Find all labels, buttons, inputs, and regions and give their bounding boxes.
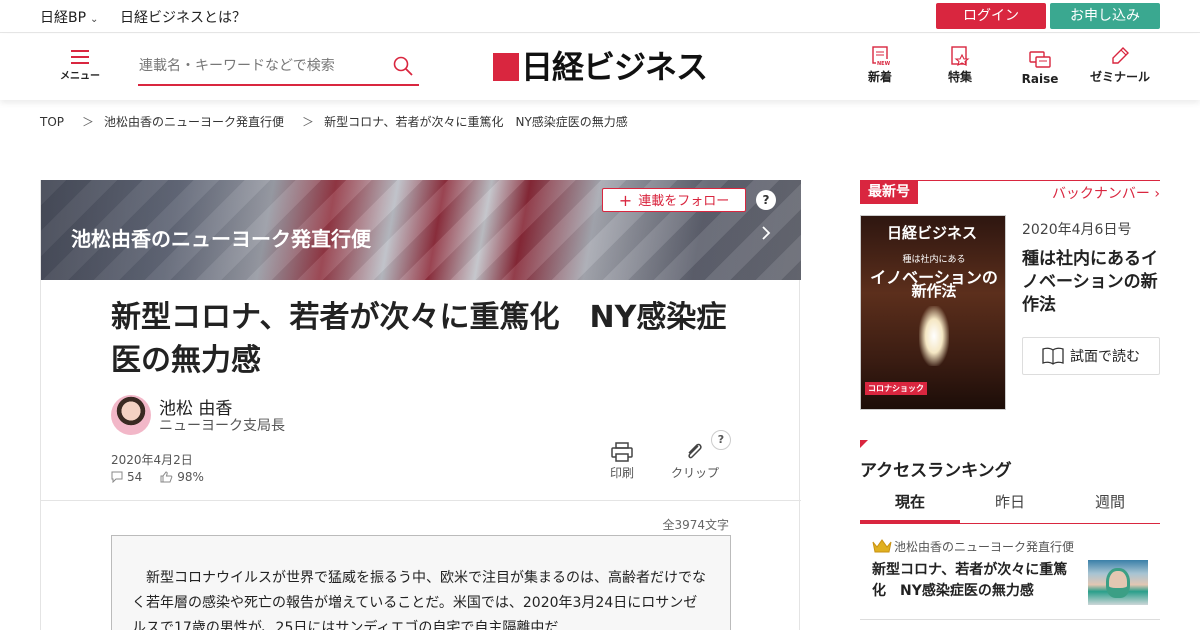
book-icon xyxy=(1042,347,1064,365)
comment-icon xyxy=(111,471,123,483)
new-icon: NEW xyxy=(872,46,890,66)
raise-icon xyxy=(1029,51,1051,68)
follow-label: 連載をフォロー xyxy=(638,194,730,209)
nav-seminar-label: ゼミナール xyxy=(1090,70,1151,84)
series-banner[interactable]: 池松由香のニューヨーク発直行便 + 連載をフォロー ? xyxy=(41,180,801,280)
top-utility-bar: 日経BP ⌄ 日経ビジネスとは？ ログイン お申し込み xyxy=(0,0,1200,33)
breadcrumb-separator: ＞ xyxy=(82,115,95,129)
ranking-marker xyxy=(860,440,868,448)
character-count: 全3974文字 xyxy=(662,518,729,532)
cover-light xyxy=(919,306,949,366)
tab-yesterday[interactable]: 昨日 xyxy=(960,488,1060,523)
nav-raise[interactable]: Raise xyxy=(1010,50,1070,86)
clip-label: クリップ xyxy=(671,466,720,480)
nav-raise-label: Raise xyxy=(1021,72,1059,86)
article-title: 新型コロナ、若者が次々に重篤化 NY感染症医の無力感 xyxy=(111,300,727,378)
article-lead: 新型コロナウイルスが世界で猛威を振るう中、欧米で注目が集まるのは、高齢者だけでな… xyxy=(111,535,731,630)
login-button[interactable]: ログイン xyxy=(936,3,1046,29)
nav-new[interactable]: NEW 新着 xyxy=(850,46,910,85)
site-header: メニュー 日経ビジネス NEW 新着 特集 Raise ゼミナール xyxy=(0,34,1200,100)
trial-read-label: 試面で読む xyxy=(1070,349,1140,365)
logo-mark xyxy=(493,53,519,81)
author-avatar[interactable] xyxy=(111,395,151,435)
paperclip-icon xyxy=(688,443,702,459)
breadcrumb-top[interactable]: TOP xyxy=(40,115,64,129)
nav-feature-label: 特集 xyxy=(947,70,972,84)
svg-text:NEW: NEW xyxy=(877,61,890,66)
chevron-right-icon: › xyxy=(1154,186,1160,202)
nikkei-bp-label: 日経BP xyxy=(40,10,87,26)
ranking-series: 池松由香のニューヨーク発直行便 xyxy=(894,540,1075,554)
cover-masthead: 日経ビジネス xyxy=(887,224,978,242)
back-numbers-label: バックナンバー xyxy=(1051,186,1150,202)
nav-seminar[interactable]: ゼミナール xyxy=(1090,46,1150,85)
tab-weekly[interactable]: 週間 xyxy=(1060,488,1160,523)
series-title: 池松由香のニューヨーク発直行便 xyxy=(71,227,371,251)
nav-new-label: 新着 xyxy=(867,70,892,84)
tab-now[interactable]: 現在 xyxy=(860,488,960,523)
breadcrumb-separator: ＞ xyxy=(302,115,315,129)
ranking-item[interactable]: 池松由香のニューヨーク発直行便 新型コロナ、若者が次々に重篤化 NY感染症医の無… xyxy=(860,530,1160,620)
seminar-icon xyxy=(1112,47,1129,64)
issue-date: 2020年4月6日号 xyxy=(1022,222,1132,238)
logo-text: 日経ビジネス xyxy=(521,48,708,86)
crown-icon xyxy=(872,539,892,553)
comment-count[interactable]: 54 xyxy=(127,470,142,484)
nikkei-bp-menu[interactable]: 日経BP ⌄ xyxy=(40,7,98,27)
breadcrumb-article: 新型コロナ、若者が次々に重篤化 NY感染症医の無力感 xyxy=(324,115,628,129)
latest-issue-tag: 最新号 xyxy=(860,180,918,204)
thumbs-up-icon xyxy=(160,471,173,483)
clip-button[interactable]: クリップ xyxy=(671,442,719,481)
article: 池松由香のニューヨーク発直行便 + 連載をフォロー ? 新型コロナ、若者が次々に重… xyxy=(40,180,801,630)
search-icon[interactable] xyxy=(393,56,413,76)
nav-feature[interactable]: 特集 xyxy=(930,46,990,85)
publish-date: 2020年4月2日 xyxy=(111,453,193,467)
ranking-headline[interactable]: 新型コロナ、若者が次々に重篤化 NY感染症医の無力感 xyxy=(872,560,1077,602)
chevron-right-icon[interactable] xyxy=(759,226,773,240)
plus-icon: + xyxy=(618,191,633,210)
menu-label: メニュー xyxy=(60,71,100,82)
cover-line-3: 新作法 xyxy=(911,282,957,300)
print-button[interactable]: 印刷 xyxy=(610,442,634,481)
print-label: 印刷 xyxy=(610,466,635,480)
ranking-title: アクセスランキング xyxy=(860,461,1012,481)
chevron-down-icon: ⌄ xyxy=(90,14,99,25)
thumbnail-person xyxy=(1106,568,1130,598)
apply-button[interactable]: お申し込み xyxy=(1050,3,1160,29)
menu-button[interactable]: メニュー xyxy=(56,48,104,88)
like-rate[interactable]: 98% xyxy=(177,470,204,484)
site-logo[interactable]: 日経ビジネス xyxy=(493,44,708,86)
ranking-thumbnail[interactable] xyxy=(1088,560,1148,605)
about-link[interactable]: 日経ビジネスとは？ xyxy=(120,7,246,27)
printer-icon xyxy=(611,442,633,462)
follow-help-icon[interactable]: ? xyxy=(756,190,776,210)
trial-read-button[interactable]: 試面で読む xyxy=(1022,337,1160,375)
feature-icon xyxy=(951,46,970,66)
clip-help-icon[interactable]: ? xyxy=(711,430,731,450)
magazine-cover[interactable]: 日経ビジネス 種は社内にある イノベーションの 新作法 コロナショック xyxy=(860,215,1006,410)
divider xyxy=(41,500,801,501)
back-numbers-link[interactable]: バックナンバー › xyxy=(1052,183,1160,203)
author-title: ニューヨーク支局長 xyxy=(159,418,285,434)
follow-series-button[interactable]: + 連載をフォロー xyxy=(602,188,746,212)
article-stats: 54 98% xyxy=(111,470,204,484)
breadcrumb-series[interactable]: 池松由香のニューヨーク発直行便 xyxy=(104,115,284,129)
breadcrumb: TOP ＞ 池松由香のニューヨーク発直行便 ＞ 新型コロナ、若者が次々に重篤化 NY感染… xyxy=(40,113,636,130)
hamburger-icon xyxy=(71,50,89,64)
search-box xyxy=(138,50,419,86)
cover-badge: コロナショック xyxy=(865,382,927,395)
search-input[interactable] xyxy=(138,50,378,82)
issue-title[interactable]: 種は社内にあるイノベーションの新作法 xyxy=(1022,248,1162,317)
ranking-tabs: 現在 昨日 週間 xyxy=(860,488,1160,524)
